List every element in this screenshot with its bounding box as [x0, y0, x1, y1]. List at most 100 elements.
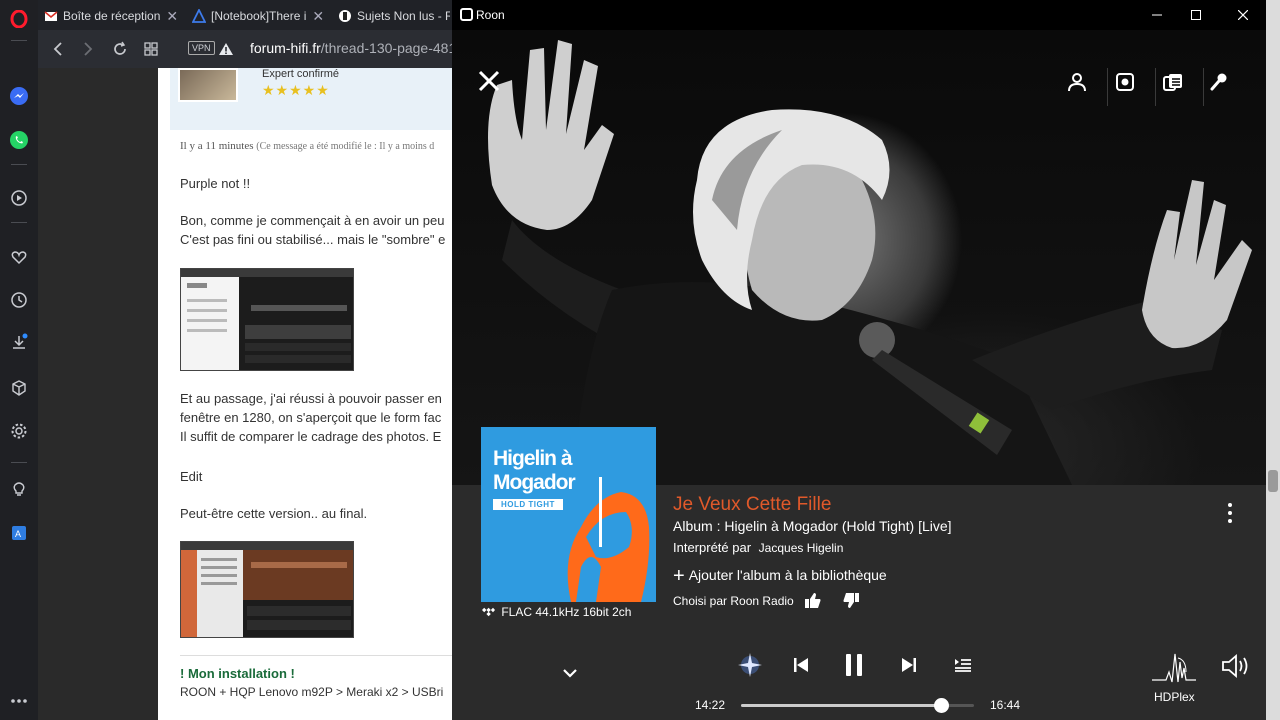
queue-icon[interactable] — [1162, 72, 1196, 102]
tab-label: Sujets Non lus - R — [357, 9, 450, 23]
downloads-icon[interactable] — [8, 331, 30, 353]
screenshot-thumbnail[interactable] — [180, 541, 354, 638]
toolbar-divider — [1203, 68, 1204, 106]
heart-icon[interactable] — [8, 246, 30, 268]
queue-list-icon[interactable] — [949, 652, 977, 678]
settings-icon[interactable] — [8, 420, 30, 442]
sidebar-divider — [11, 462, 27, 463]
signature-divider — [180, 655, 452, 656]
vpn-badge[interactable]: VPN — [188, 41, 215, 55]
track-duration: 16:44 — [990, 698, 1021, 712]
rating-stars: ★★★★★ — [262, 82, 330, 98]
window-title: Roon — [476, 8, 505, 22]
reload-icon[interactable] — [110, 39, 130, 59]
whatsapp-icon[interactable] — [8, 129, 30, 151]
seek-bar-progress — [741, 704, 942, 707]
signature-title: ! Mon installation ! — [180, 666, 295, 681]
post-paragraph: fenêtre en 1280, on s'aperçoit que le fo… — [180, 410, 442, 425]
extensions-icon[interactable] — [8, 377, 30, 399]
opera-sidebar: A — [0, 0, 38, 720]
zone-label[interactable]: HDPlex — [1154, 690, 1195, 704]
maximize-icon[interactable] — [1181, 5, 1211, 25]
svg-text:A: A — [15, 529, 21, 539]
url-field[interactable]: forum-hifi.fr/thread-130-page-481 — [250, 40, 456, 56]
messenger-icon[interactable] — [8, 85, 30, 107]
close-tab-icon[interactable]: ✕ — [166, 8, 178, 25]
warning-icon[interactable] — [216, 39, 236, 59]
player-icon[interactable] — [8, 187, 30, 209]
forward-icon[interactable] — [78, 39, 98, 59]
desktop: A Boîte de réception ✕ [Notebook]There i… — [0, 0, 1280, 720]
window-titlebar: Roon — [452, 0, 1266, 30]
web-page: Expert confirmé ★★★★★ Il y a 11 minutes … — [38, 68, 452, 720]
volume-icon[interactable] — [1220, 652, 1252, 680]
scrollbar-thumb[interactable] — [1268, 470, 1278, 492]
screenshot-thumbnail[interactable] — [180, 268, 354, 371]
sidebar-divider — [11, 40, 27, 41]
artist-link[interactable]: Jacques Higelin — [759, 541, 844, 555]
radio-sparkle-icon[interactable] — [736, 652, 764, 678]
avatar[interactable] — [178, 68, 238, 102]
seek-bar[interactable] — [741, 698, 974, 713]
profile-icon[interactable] — [1067, 72, 1101, 102]
sidebar-divider — [11, 164, 27, 165]
lyrics-microphone-icon[interactable] — [1209, 72, 1243, 102]
background-window-edge — [1266, 0, 1280, 720]
tab-label: Boîte de réception — [63, 9, 161, 23]
focus-icon[interactable] — [1115, 72, 1149, 102]
more-options-icon[interactable] — [8, 690, 30, 712]
opera-logo-icon[interactable] — [8, 8, 30, 30]
cover-illustration — [567, 477, 650, 602]
forum-post: Expert confirmé ★★★★★ Il y a 11 minutes … — [158, 68, 452, 720]
plus-icon: + — [673, 565, 685, 587]
post-paragraph: Bon, comme je commençait à en avoir un p… — [180, 213, 445, 228]
tabs-overview-icon[interactable] — [141, 39, 161, 59]
history-icon[interactable] — [8, 289, 30, 311]
chevron-down-icon[interactable] — [562, 666, 582, 686]
tab-inbox[interactable]: Boîte de réception ✕ — [44, 4, 180, 28]
performer-line: Interprété par Jacques Higelin — [673, 540, 843, 555]
add-to-library-label: Ajouter l'album à la bibliothèque — [688, 567, 887, 583]
post-paragraph: Edit — [180, 469, 203, 484]
post-meta: Il y a 11 minutes (Ce message a été modi… — [180, 140, 434, 152]
edit-note: (Ce message a été modifié le : Il y a mo… — [256, 141, 435, 152]
url-domain: forum-hifi.fr — [250, 40, 321, 56]
notebook-icon — [192, 9, 206, 23]
post-paragraph: Il suffit de comparer le cadrage des pho… — [180, 429, 442, 444]
forum-icon — [339, 10, 351, 22]
audio-format-label: FLAC 44.1kHz 16bit 2ch — [501, 605, 632, 619]
post-paragraph: Peut-être cette version.. au final. — [180, 506, 368, 521]
toolbar-divider — [1107, 68, 1108, 106]
album-link[interactable]: Album : Higelin à Mogador (Hold Tight) [… — [673, 518, 952, 534]
tab-unread-topics[interactable]: Sujets Non lus - R — [338, 4, 450, 28]
more-options-icon[interactable] — [1222, 502, 1238, 524]
close-tab-icon[interactable]: ✕ — [312, 8, 324, 25]
artist-photo — [452, 30, 1266, 485]
roon-app-icon — [460, 8, 473, 21]
back-icon[interactable] — [48, 39, 68, 59]
thumbs-down-icon[interactable] — [842, 592, 862, 610]
elapsed-time: 14:22 — [695, 698, 726, 712]
chosen-by-label: Choisi par Roon Radio — [673, 594, 794, 608]
translator-icon[interactable]: A — [8, 522, 30, 544]
audio-format[interactable]: FLAC 44.1kHz 16bit 2ch — [482, 605, 631, 619]
tidal-icon — [482, 607, 495, 617]
album-cover[interactable]: Higelin à Mogador HOLD TIGHT — [481, 427, 656, 602]
next-track-icon[interactable] — [895, 652, 923, 678]
window-close-icon[interactable] — [1228, 5, 1258, 25]
tab-label: [Notebook]There i — [211, 9, 307, 23]
zone-hdplex-icon[interactable] — [1152, 648, 1196, 684]
lightbulb-icon[interactable] — [8, 478, 30, 500]
add-to-library-button[interactable]: + Ajouter l'album à la bibliothèque — [673, 565, 887, 588]
address-bar-row: VPN forum-hifi.fr/thread-130-page-481 — [38, 30, 456, 68]
signature-line: ROON + HQP Lenovo m92P > Meraki x2 > USB… — [180, 685, 444, 699]
gmail-icon — [44, 11, 58, 21]
sidebar-divider — [11, 222, 27, 223]
previous-track-icon[interactable] — [787, 652, 815, 678]
minimize-icon[interactable] — [1142, 5, 1172, 25]
tab-notebook[interactable]: [Notebook]There i ✕ — [192, 4, 328, 28]
pause-icon[interactable] — [840, 652, 868, 678]
post-paragraph: Purple not !! — [180, 176, 251, 191]
thumbs-up-icon[interactable] — [804, 592, 824, 610]
track-title[interactable]: Je Veux Cette Fille — [673, 494, 831, 516]
